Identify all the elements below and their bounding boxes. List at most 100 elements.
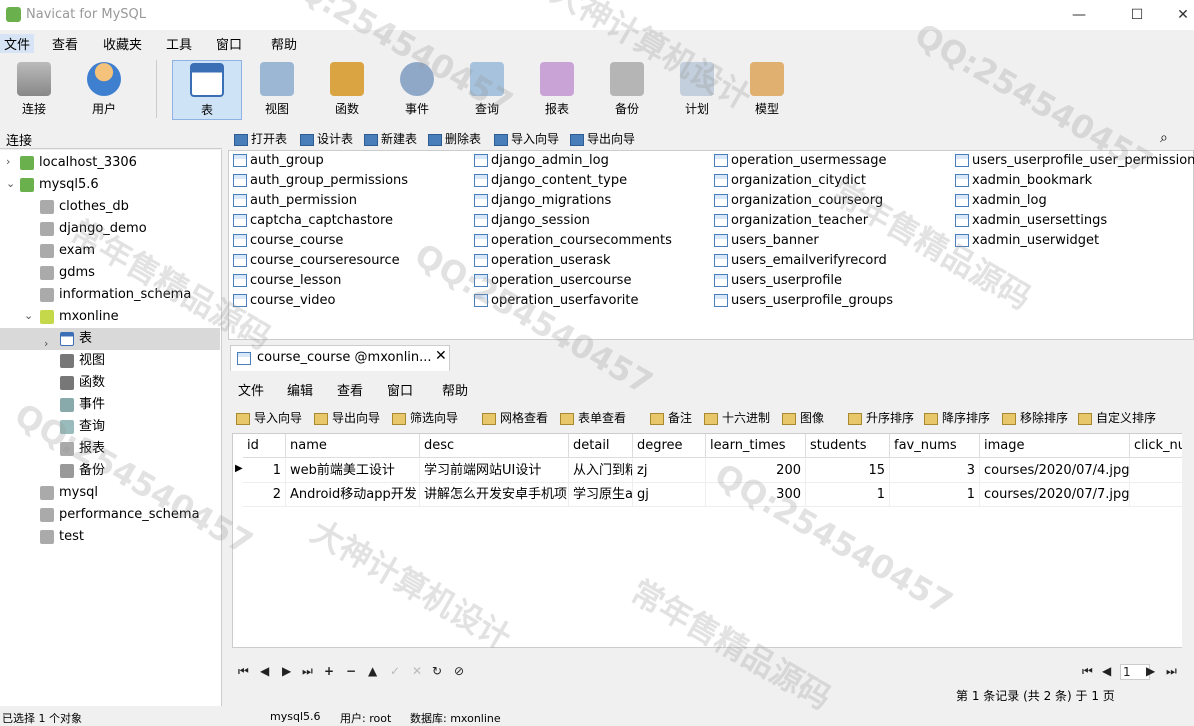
tree-node-localhost[interactable]: localhost_3306: [20, 152, 137, 174]
table-item[interactable]: operation_usermessage: [714, 153, 886, 168]
table-item[interactable]: operation_usercourse: [474, 273, 631, 288]
delete-record-icon[interactable]: −: [346, 664, 356, 678]
grid-cell[interactable]: Android移动app开发: [286, 483, 420, 507]
export-wizard-button[interactable]: 导出向导: [570, 130, 635, 147]
table-item[interactable]: auth_permission: [233, 193, 357, 208]
grid-cell[interactable]: courses/2020/07/4.jpg: [980, 459, 1130, 483]
toolbar-report-button[interactable]: 报表: [523, 60, 591, 120]
toolbar-query-button[interactable]: 查询: [453, 60, 521, 120]
toolbar-function-button[interactable]: 函数: [313, 60, 381, 120]
grid-cell[interactable]: gj: [633, 483, 706, 507]
design-table-button[interactable]: 设计表: [300, 130, 353, 147]
table-item[interactable]: organization_citydict: [714, 173, 866, 188]
table-item[interactable]: django_migrations: [474, 193, 611, 208]
table-item[interactable]: course_course: [233, 233, 343, 248]
grid-cell[interactable]: 200: [706, 459, 806, 483]
table-item[interactable]: course_courseresource: [233, 253, 400, 268]
form-view-button[interactable]: 表单查看: [560, 409, 626, 426]
stop-icon[interactable]: ⊘: [454, 664, 464, 678]
column-header[interactable]: name: [286, 434, 420, 458]
table-item[interactable]: organization_courseorg: [714, 193, 883, 208]
tree-node-queries[interactable]: 查询: [60, 416, 105, 438]
editor-menu-edit[interactable]: 编辑: [287, 380, 313, 399]
menu-tools[interactable]: 工具: [166, 34, 192, 53]
grid-cell[interactable]: [1130, 459, 1190, 483]
grid-export-button[interactable]: 导出向导: [314, 409, 380, 426]
column-header[interactable]: degree: [633, 434, 706, 458]
grid-cell[interactable]: 2: [243, 483, 286, 507]
editor-menu-window[interactable]: 窗口: [387, 380, 413, 399]
table-item[interactable]: xadmin_bookmark: [955, 173, 1092, 188]
grid-cell[interactable]: 1: [243, 459, 286, 483]
grid-cell[interactable]: 1: [806, 483, 890, 507]
editor-menu-help[interactable]: 帮助: [442, 380, 468, 399]
tree-node-tables[interactable]: › 表: [0, 328, 220, 350]
vertical-scrollbar[interactable]: [1182, 433, 1194, 648]
table-item[interactable]: operation_userfavorite: [474, 293, 639, 308]
menu-window[interactable]: 窗口: [216, 34, 242, 53]
tree-node-db[interactable]: performance_schema: [40, 504, 200, 526]
table-item[interactable]: operation_coursecomments: [474, 233, 672, 248]
grid-cell[interactable]: 学习前端网站UI设计: [420, 459, 569, 483]
tree-node-views[interactable]: 视图: [60, 350, 105, 372]
column-header[interactable]: id: [243, 434, 286, 458]
menu-file[interactable]: 文件: [0, 34, 35, 53]
table-item[interactable]: django_session: [474, 213, 590, 228]
column-header[interactable]: click_nu: [1130, 434, 1190, 458]
tree-node-db[interactable]: django_demo: [40, 218, 147, 240]
table-item[interactable]: django_admin_log: [474, 153, 609, 168]
new-table-button[interactable]: 新建表: [364, 130, 417, 147]
toolbar-view-button[interactable]: 视图: [243, 60, 311, 120]
hex-button[interactable]: 十六进制: [704, 409, 770, 426]
table-item[interactable]: xadmin_log: [955, 193, 1047, 208]
table-item[interactable]: users_userprofile_groups: [714, 293, 893, 308]
column-header[interactable]: students: [806, 434, 890, 458]
maximize-button[interactable]: ☐: [1114, 0, 1160, 30]
first-page-icon[interactable]: ⏮: [1082, 664, 1093, 679]
menu-favorites[interactable]: 收藏夹: [103, 34, 142, 53]
apply-changes-icon[interactable]: ✓: [390, 664, 400, 678]
memo-button[interactable]: 备注: [650, 409, 692, 426]
close-button[interactable]: ✕: [1160, 0, 1194, 30]
grid-cell[interactable]: 3: [890, 459, 980, 483]
refresh-icon[interactable]: ↻: [432, 664, 442, 678]
column-header[interactable]: desc: [420, 434, 569, 458]
filter-wizard-button[interactable]: 筛选向导: [392, 409, 458, 426]
toolbar-event-button[interactable]: 事件: [383, 60, 451, 120]
editor-menu-view[interactable]: 查看: [337, 380, 363, 399]
tree-node-db[interactable]: test: [40, 526, 84, 548]
grid-cell[interactable]: courses/2020/07/7.jpg: [980, 483, 1130, 507]
prev-page-icon[interactable]: ◀: [1102, 664, 1111, 678]
tree-node-db[interactable]: mysql: [40, 482, 98, 504]
grid-cell[interactable]: 1: [890, 483, 980, 507]
grid-cell[interactable]: 15: [806, 459, 890, 483]
tree-node-db[interactable]: information_schema: [40, 284, 191, 306]
next-record-icon[interactable]: ▶: [282, 664, 291, 678]
toolbar-model-button[interactable]: 模型: [733, 60, 801, 120]
table-item[interactable]: xadmin_userwidget: [955, 233, 1099, 248]
add-record-icon[interactable]: +: [324, 664, 334, 678]
tree-node-db[interactable]: gdms: [40, 262, 95, 284]
grid-cell[interactable]: 学习原生a: [569, 483, 633, 507]
grid-cell[interactable]: web前端美工设计: [286, 459, 420, 483]
custom-sort-button[interactable]: 自定义排序: [1078, 409, 1156, 426]
table-item[interactable]: users_userprofile: [714, 273, 842, 288]
grid-cell[interactable]: [1130, 483, 1190, 507]
tree-node-db[interactable]: exam: [40, 240, 95, 262]
sort-ascending-button[interactable]: 升序排序: [848, 409, 914, 426]
grid-cell[interactable]: zj: [633, 459, 706, 483]
grid-cell[interactable]: 300: [706, 483, 806, 507]
editor-menu-file[interactable]: 文件: [238, 380, 264, 399]
remove-sort-button[interactable]: 移除排序: [1002, 409, 1068, 426]
table-item[interactable]: course_lesson: [233, 273, 341, 288]
table-item[interactable]: users_banner: [714, 233, 819, 248]
sort-descending-button[interactable]: 降序排序: [924, 409, 990, 426]
toolbar-connection-button[interactable]: 连接: [0, 60, 68, 120]
edit-record-icon[interactable]: ▲: [368, 664, 377, 678]
import-wizard-button[interactable]: 导入向导: [494, 130, 559, 147]
table-item[interactable]: auth_group_permissions: [233, 173, 408, 188]
tree-node-events[interactable]: 事件: [60, 394, 105, 416]
toolbar-user-button[interactable]: 用户: [70, 60, 138, 120]
tree-node-mxonline[interactable]: mxonline: [40, 306, 119, 328]
tree-node-db[interactable]: clothes_db: [40, 196, 129, 218]
